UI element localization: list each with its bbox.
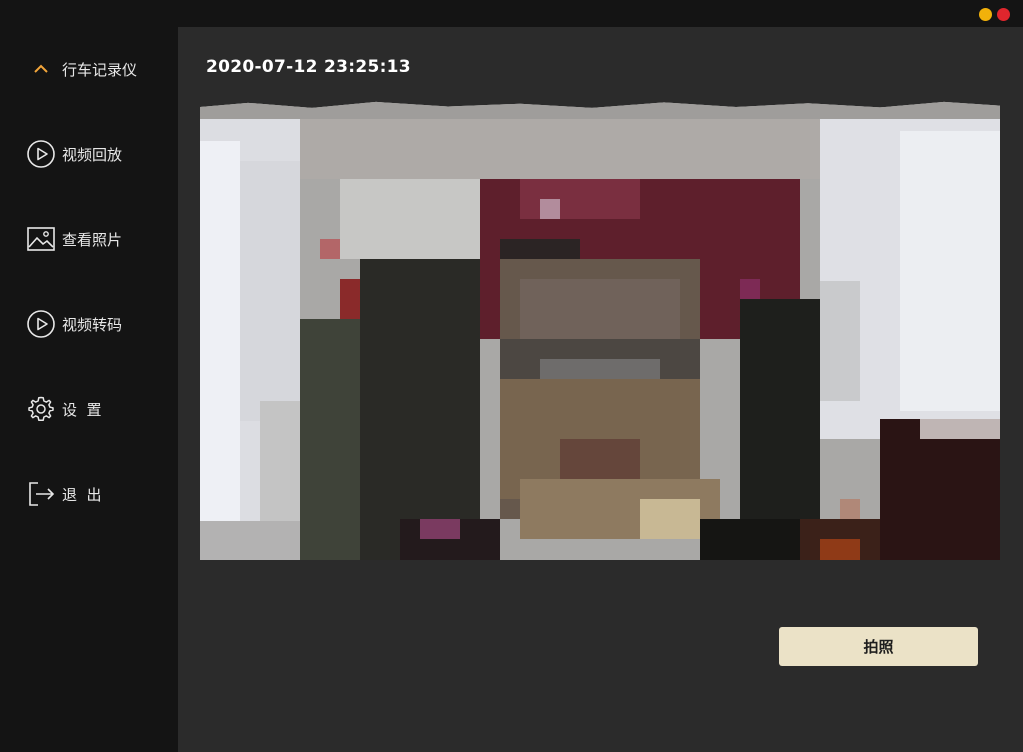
timestamp: 2020-07-12 23:25:13 [206, 57, 411, 77]
sidebar-item-label: 视频回放 [62, 145, 123, 164]
sidebar-item-label: 退 出 [62, 485, 102, 504]
sidebar-item-exit[interactable]: 退 出 [26, 478, 102, 510]
sidebar-item-label: 查看照片 [62, 230, 123, 249]
exit-icon [26, 479, 56, 509]
sidebar-item-label: 视频转码 [62, 315, 123, 334]
camera-feed-image [200, 101, 1000, 560]
capture-photo-button[interactable]: 拍照 [779, 627, 978, 666]
sidebar-item-view-photos[interactable]: 查看照片 [26, 223, 122, 255]
chevron-up-icon [32, 54, 50, 84]
sidebar-item-settings[interactable]: 设 置 [26, 393, 102, 425]
main-panel: 2020-07-12 23:25:13 拍照 [178, 27, 1023, 752]
sidebar: 行车记录仪 视频回放 查看照片 视频转码 设 置 退 出 [0, 27, 178, 752]
close-button[interactable] [997, 8, 1010, 21]
sidebar-item-label: 行车记录仪 [62, 60, 138, 79]
sidebar-item-dashcam[interactable]: 行车记录仪 [32, 53, 137, 85]
gear-icon [26, 394, 56, 424]
play-circle-icon [26, 309, 56, 339]
minimize-button[interactable] [979, 8, 992, 21]
camera-preview [200, 101, 1000, 560]
image-icon [26, 224, 56, 254]
sidebar-item-video-playback[interactable]: 视频回放 [26, 138, 122, 170]
sidebar-item-video-transcode[interactable]: 视频转码 [26, 308, 122, 340]
title-bar [0, 0, 1023, 27]
sidebar-item-label: 设 置 [62, 400, 102, 419]
play-circle-icon [26, 139, 56, 169]
